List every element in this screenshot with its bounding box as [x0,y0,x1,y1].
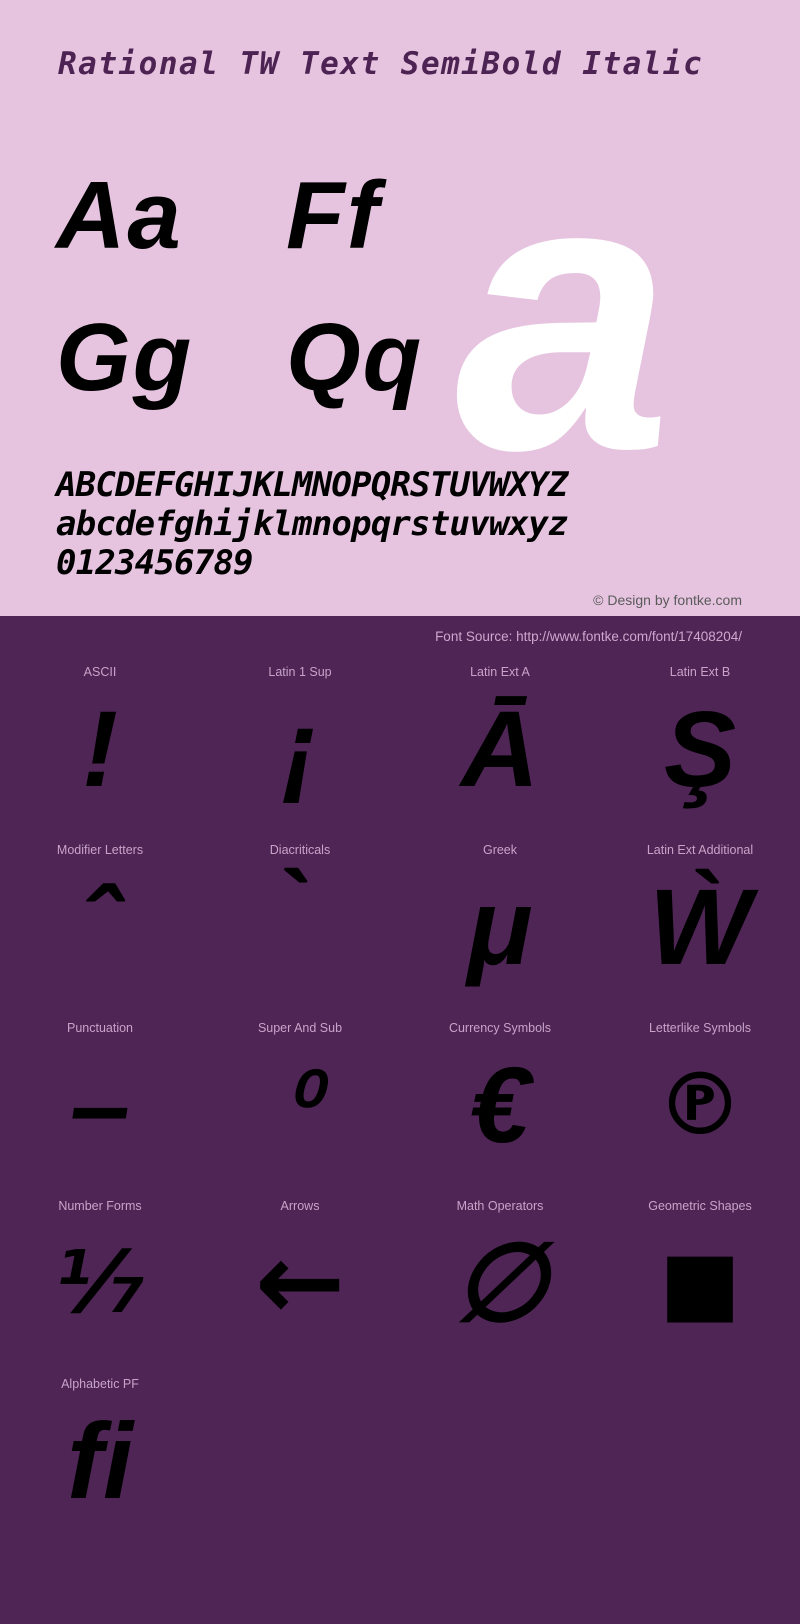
unicode-block-latin-ext-additional: Latin Ext Additional Ẁ [600,834,800,1012]
unicode-block-empty [400,1368,600,1546]
design-credit: © Design by fontke.com [593,592,742,608]
specimen-bottom-panel: Font Source: http://www.fontke.com/font/… [0,616,800,1624]
alphabet-block: ABCDEFGHIJKLMNOPQRSTUVWXYZ abcdefghijklm… [56,465,568,583]
unicode-block-punctuation: Punctuation – [0,1012,200,1190]
block-glyph: ¡ [282,688,318,809]
block-glyph: – [69,1044,131,1165]
glyph-pair-grid: Aa Ff Gg Qq [56,168,476,410]
block-glyph: Ẁ [649,866,751,987]
block-glyph: ← [254,1220,346,1345]
block-label: Modifier Letters [56,843,144,857]
block-glyph: ﬁ [67,1400,133,1521]
block-label: Punctuation [66,1021,134,1035]
unicode-block-number-forms: Number Forms ⅐ [0,1190,200,1368]
block-label: Diacriticals [269,843,331,857]
block-glyph: ℗ [657,1055,743,1155]
glyph-pair-ff: Ff [286,162,381,269]
unicode-block-math-operators: Math Operators ∅ [400,1190,600,1368]
unicode-block-greek: Greek μ [400,834,600,1012]
unicode-block-letterlike-symbols: Letterlike Symbols ℗ [600,1012,800,1190]
glyph-pair-row: Aa Ff [56,168,476,268]
unicode-block-row: Punctuation – Super And Sub ⁰ Currency S… [0,1012,800,1190]
block-label: Alphabetic PF [61,1377,139,1391]
unicode-block-latin-ext-a: Latin Ext A Ā [400,656,600,834]
block-label: Geometric Shapes [648,1199,752,1213]
block-label: Greek [482,843,518,857]
unicode-block-currency-symbols: Currency Symbols € [400,1012,600,1190]
block-glyph: ! [82,688,118,809]
block-label: Math Operators [456,1199,544,1213]
unicode-block-alphabetic-pf: Alphabetic PF ﬁ [0,1368,200,1546]
font-source-link[interactable]: Font Source: http://www.fontke.com/font/… [435,629,742,644]
block-label: ASCII [83,665,117,679]
font-title: Rational TW Text SemiBold Italic [58,46,704,82]
unicode-block-grid: ASCII ! Latin 1 Sup ¡ Latin Ext A Ā Lati… [0,656,800,1546]
glyph-pair-aa: Aa [56,162,183,269]
block-glyph: ■ [659,1233,741,1333]
block-label: Super And Sub [257,1021,343,1035]
block-label: Number Forms [58,1199,142,1213]
unicode-block-modifier-letters: Modifier Letters ˆ [0,834,200,1012]
block-label: Latin Ext A [470,665,530,679]
block-glyph: μ [467,866,533,987]
block-glyph: ⁰ [282,1057,318,1153]
specimen-top-panel: Rational TW Text SemiBold Italic Aa Ff G… [0,0,800,616]
block-label: Arrows [280,1199,320,1213]
block-glyph: ˆ [82,866,118,987]
block-glyph: ̀ [200,862,400,992]
unicode-block-diacriticals: Diacriticals ̀ [200,834,400,1012]
unicode-block-ascii: ASCII ! [0,656,200,834]
block-label: Currency Symbols [448,1021,552,1035]
unicode-block-latin-ext-b: Latin Ext B Ş [600,656,800,834]
glyph-pair-row: Gg Qq [56,310,476,410]
unicode-block-row: Number Forms ⅐ Arrows ← Math Operators ∅… [0,1190,800,1368]
block-glyph: € [469,1044,531,1165]
block-glyph: ∅ [452,1222,548,1343]
unicode-block-empty [600,1368,800,1546]
unicode-block-row: ASCII ! Latin 1 Sup ¡ Latin Ext A Ā Lati… [0,656,800,834]
block-label: Latin Ext Additional [646,843,754,857]
uppercase-alphabet: ABCDEFGHIJKLMNOPQRSTUVWXYZ [56,465,568,505]
digit-row: 0123456789 [56,543,254,583]
unicode-block-row: Modifier Letters ˆ Diacriticals ̀ Greek … [0,834,800,1012]
lowercase-alphabet: abcdefghijklmnopqrstuvwxyz [56,504,568,544]
unicode-block-geometric-shapes: Geometric Shapes ■ [600,1190,800,1368]
block-glyph: ⅐ [55,1233,145,1333]
glyph-pair-qq: Qq [286,304,424,411]
unicode-block-empty [200,1368,400,1546]
block-label: Latin 1 Sup [268,665,332,679]
unicode-block-super-and-sub: Super And Sub ⁰ [200,1012,400,1190]
block-label: Letterlike Symbols [648,1021,752,1035]
unicode-block-arrows: Arrows ← [200,1190,400,1368]
block-glyph: Ş [663,688,737,809]
unicode-block-row: Alphabetic PF ﬁ [0,1368,800,1546]
unicode-block-latin-1-sup: Latin 1 Sup ¡ [200,656,400,834]
block-label: Latin Ext B [669,665,731,679]
glyph-pair-gg: Gg [56,304,194,411]
large-letter-showcase: a [455,95,672,531]
block-glyph: Ā [461,688,539,809]
